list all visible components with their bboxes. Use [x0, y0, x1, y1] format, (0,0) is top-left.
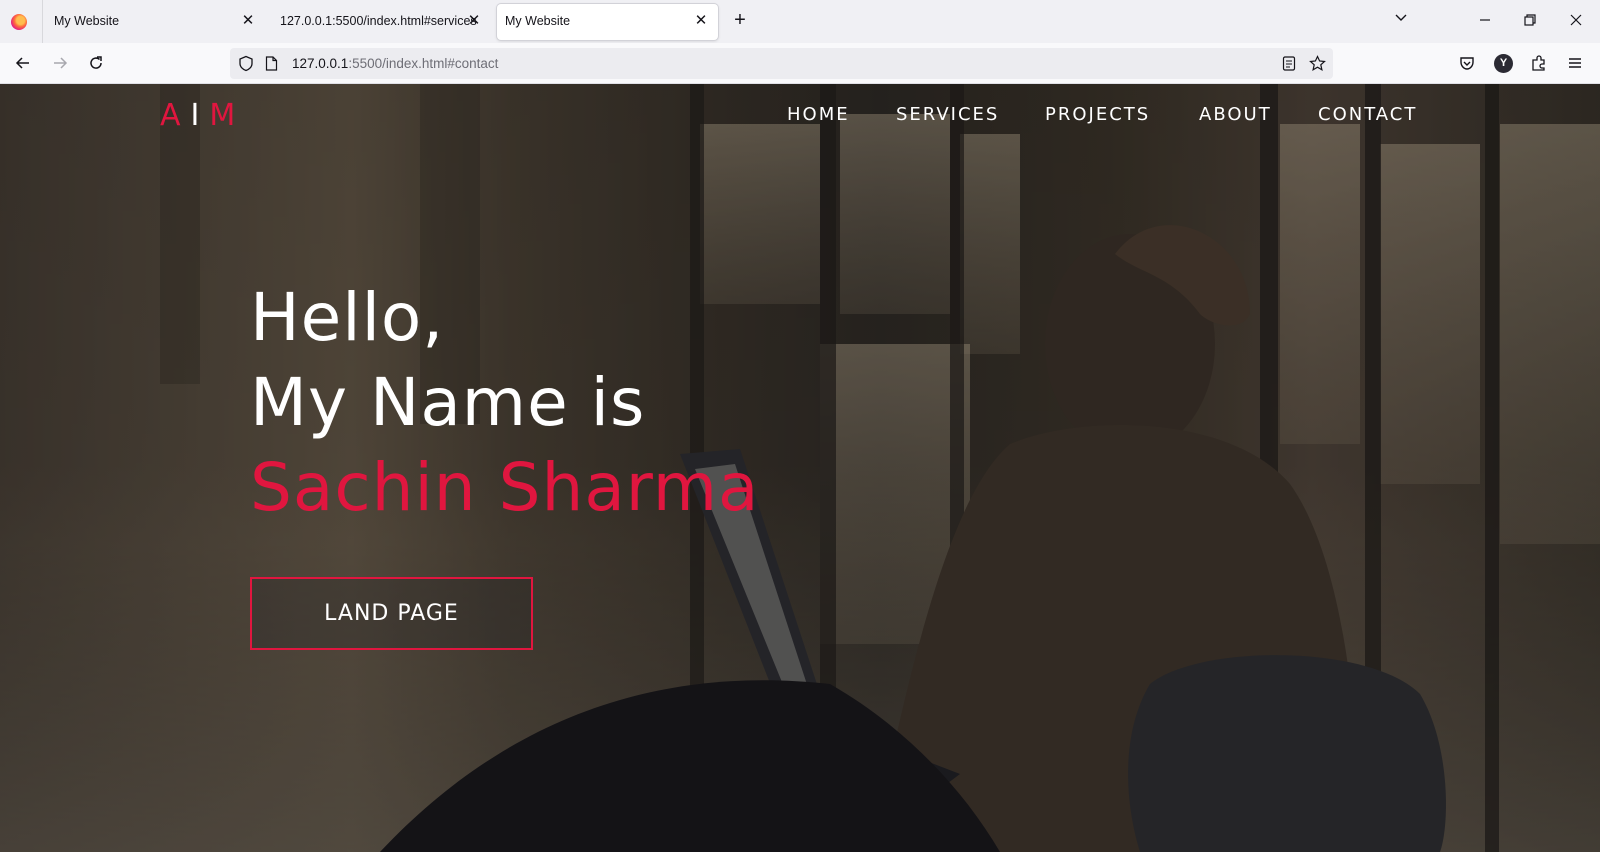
nav-link-projects[interactable]: PROJECTS — [1045, 104, 1150, 125]
nav-link-home[interactable]: HOME — [787, 104, 850, 125]
address-bar[interactable]: 127.0.0.1:5500/index.html#contact — [230, 48, 1333, 79]
dark-overlay — [0, 84, 1600, 852]
extensions-puzzle-icon[interactable] — [1530, 54, 1548, 72]
tab-title: My Website — [54, 14, 120, 28]
nav-link-contact[interactable]: CONTACT — [1318, 104, 1417, 125]
tab-my-website-1[interactable]: My Website ✕ — [42, 4, 264, 40]
tab-strip: My Website ✕ 127.0.0.1:5500/index.html#s… — [0, 0, 1600, 43]
pocket-icon[interactable] — [1458, 54, 1476, 72]
hero-section: AIM HOME SERVICES PROJECTS ABOUT CONTACT… — [0, 84, 1600, 852]
page-icon[interactable] — [265, 56, 278, 71]
account-avatar-icon[interactable]: Y — [1494, 54, 1513, 73]
logo-letter-m: M — [209, 98, 246, 133]
logo-letter-a: A — [160, 98, 191, 133]
shield-icon[interactable] — [238, 55, 254, 72]
tab-my-website-active[interactable]: My Website ✕ — [497, 4, 718, 40]
hero-intro: My Name is — [250, 364, 646, 441]
site-logo[interactable]: AIM — [160, 98, 245, 133]
nav-link-about[interactable]: ABOUT — [1199, 104, 1272, 125]
list-all-tabs-chevron-icon[interactable] — [1394, 11, 1408, 25]
land-page-button[interactable]: LAND PAGE — [250, 577, 533, 650]
tab-title: My Website — [505, 14, 571, 28]
logo-bar: I — [190, 98, 210, 133]
hero-name: Sachin Sharma — [250, 449, 760, 526]
back-arrow-icon[interactable] — [14, 54, 32, 72]
bookmark-star-icon[interactable] — [1309, 55, 1326, 72]
new-tab-plus-icon[interactable]: + — [730, 10, 750, 30]
url-host: 127.0.0.1 — [292, 56, 349, 71]
close-tab-icon[interactable]: ✕ — [693, 13, 709, 29]
close-tab-icon[interactable]: ✕ — [466, 13, 482, 29]
reader-view-icon[interactable] — [1282, 56, 1296, 71]
restore-window-icon[interactable] — [1522, 12, 1538, 28]
tab-services[interactable]: 127.0.0.1:5500/index.html#services ✕ — [268, 4, 490, 40]
close-window-icon[interactable] — [1568, 12, 1584, 28]
url-path: :5500/index.html#contact — [348, 56, 499, 71]
hamburger-menu-icon[interactable] — [1566, 54, 1584, 72]
tab-title: 127.0.0.1:5500/index.html#services — [280, 14, 477, 28]
hero-greeting: Hello, — [250, 279, 445, 356]
reload-icon[interactable] — [87, 54, 105, 72]
forward-arrow-icon[interactable] — [51, 54, 69, 72]
firefox-logo-icon[interactable] — [11, 14, 27, 30]
url-text[interactable]: 127.0.0.1:5500/index.html#contact — [292, 56, 498, 71]
minimize-window-icon[interactable] — [1477, 12, 1493, 28]
navigation-toolbar: 127.0.0.1:5500/index.html#contact Y — [0, 43, 1600, 84]
nav-link-services[interactable]: SERVICES — [896, 104, 999, 125]
close-tab-icon[interactable]: ✕ — [240, 13, 256, 29]
